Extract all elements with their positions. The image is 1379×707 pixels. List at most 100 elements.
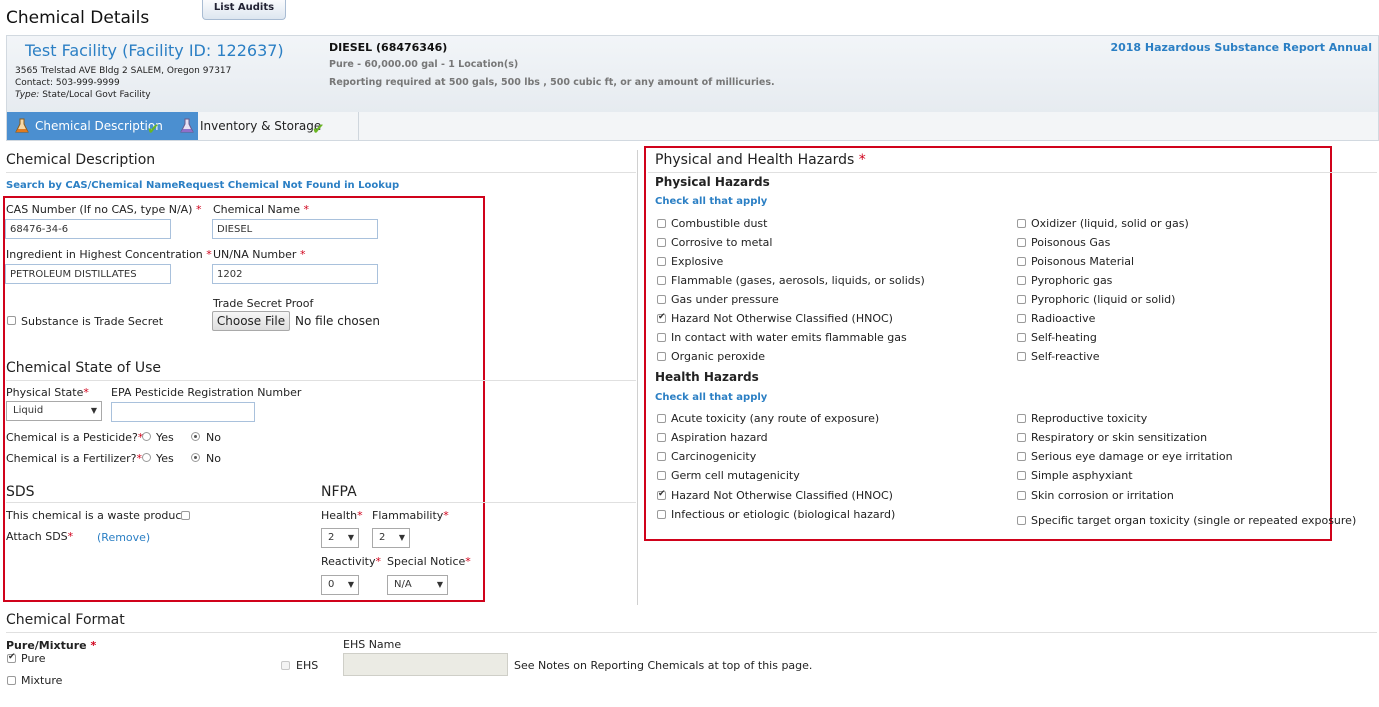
page-title: Chemical Details: [6, 8, 150, 28]
facility-address: 3565 Trelstad AVE Bldg 2 SALEM, Oregon 9…: [15, 66, 232, 76]
hazard-checkbox[interactable]: [1017, 257, 1026, 266]
physical-state-select[interactable]: Liquid ▼: [6, 401, 102, 421]
hazard-checkbox[interactable]: [657, 452, 666, 461]
cas-number-input[interactable]: 68476-34-6: [5, 219, 171, 239]
ehs-name-input[interactable]: [343, 653, 508, 676]
hazard-checkbox[interactable]: [657, 257, 666, 266]
report-link[interactable]: 2018 Hazardous Substance Report Annual: [1110, 41, 1372, 54]
hazard-label: Aspiration hazard: [671, 431, 768, 444]
hazard-checkbox[interactable]: [657, 433, 666, 442]
no-file-text: No file chosen: [295, 314, 381, 328]
tab-chemical-description[interactable]: Chemical Description ✔: [7, 112, 198, 140]
ingredient-input[interactable]: PETROLEUM DISTILLATES: [5, 264, 171, 284]
hazard-checkbox[interactable]: [657, 510, 666, 519]
remove-sds-link[interactable]: (Remove): [97, 531, 150, 544]
chemical-format-heading: Chemical Format: [6, 612, 125, 628]
nfpa-special-select[interactable]: N/A ▼: [387, 575, 448, 595]
hazard-checkbox[interactable]: [1017, 238, 1026, 247]
hazard-checkbox[interactable]: [1017, 352, 1026, 361]
trade-secret-proof-label: Trade Secret Proof: [213, 297, 314, 310]
hazard-checkbox[interactable]: [657, 219, 666, 228]
hazard-label: Poisonous Material: [1031, 255, 1135, 268]
chemical-name-input[interactable]: DIESEL: [212, 219, 378, 239]
divider: [6, 632, 1377, 633]
request-chemical-link[interactable]: Request Chemical Not Found in Lookup: [178, 180, 399, 191]
nfpa-reactivity-select[interactable]: 0 ▼: [321, 575, 359, 595]
hazard-checkbox[interactable]: [1017, 452, 1026, 461]
fertilizer-no-label: No: [206, 452, 221, 465]
hazard-label: Poisonous Gas: [1031, 236, 1111, 249]
hazard-checkbox[interactable]: [1017, 333, 1026, 342]
facility-type-label: Type:: [15, 90, 40, 100]
search-cas-link[interactable]: Search by CAS/Chemical Name: [6, 180, 178, 191]
tab-label: Inventory & Storage: [200, 119, 322, 133]
hazard-checkbox[interactable]: [657, 489, 666, 500]
check-icon: ✔: [312, 120, 325, 138]
tab-label: Chemical Description: [35, 119, 163, 133]
hazard-checkbox[interactable]: [657, 333, 666, 342]
hazard-label: Carcinogenicity: [671, 450, 757, 463]
hazard-label: Serious eye damage or eye irritation: [1031, 450, 1233, 463]
cas-label: CAS Number (If no CAS, type N/A) *: [6, 203, 202, 216]
waste-product-checkbox[interactable]: [181, 511, 190, 520]
hazard-label: Simple asphyxiant: [1031, 469, 1133, 482]
hazard-label: Organic peroxide: [671, 350, 766, 363]
hazard-checkbox[interactable]: [1017, 516, 1026, 525]
physical-check-all-link[interactable]: Check all that apply: [655, 196, 767, 207]
hazard-label: Infectious or etiologic (biological haza…: [671, 508, 896, 521]
nfpa-flammability-label: Flammability*: [372, 509, 449, 522]
tab-inventory-storage[interactable]: Inventory & Storage ✔: [172, 112, 359, 140]
facility-name-link[interactable]: Test Facility (Facility ID: 122637): [25, 41, 284, 60]
ehs-label: EHS: [296, 659, 319, 672]
hazard-label: Acute toxicity (any route of exposure): [671, 412, 880, 425]
hazard-checkbox[interactable]: [1017, 314, 1026, 323]
hazard-label: Corrosive to metal: [671, 236, 773, 249]
hazard-checkbox[interactable]: [657, 295, 666, 304]
hazard-checkbox[interactable]: [657, 471, 666, 480]
hazard-checkbox[interactable]: [1017, 433, 1026, 442]
choose-file-button[interactable]: Choose File: [212, 311, 290, 331]
list-audits-button[interactable]: List Audits: [202, 0, 286, 20]
fertilizer-no-radio[interactable]: [191, 453, 200, 462]
hazard-checkbox[interactable]: [657, 276, 666, 285]
epa-number-input[interactable]: [111, 402, 255, 422]
ingredient-label: Ingredient in Highest Concentration *: [6, 248, 212, 261]
trade-secret-label: Substance is Trade Secret: [21, 315, 164, 328]
health-check-all-link[interactable]: Check all that apply: [655, 392, 767, 403]
hazard-checkbox[interactable]: [1017, 276, 1026, 285]
ehs-checkbox[interactable]: [281, 661, 290, 670]
hazard-checkbox[interactable]: [1017, 414, 1026, 423]
nfpa-heading: NFPA: [321, 484, 357, 500]
hazard-label: Hazard Not Otherwise Classified (HNOC): [671, 312, 893, 325]
mixture-label: Mixture: [21, 674, 63, 687]
hazard-label: Hazard Not Otherwise Classified (HNOC): [671, 489, 893, 502]
hazard-checkbox[interactable]: [657, 414, 666, 423]
hazard-checkbox[interactable]: [1017, 219, 1026, 228]
nfpa-flammability-select[interactable]: 2 ▼: [372, 528, 410, 548]
hazard-checkbox[interactable]: [1017, 491, 1026, 500]
nfpa-special-label: Special Notice*: [387, 555, 471, 568]
pure-checkbox[interactable]: [7, 652, 16, 663]
hazard-label: Self-reactive: [1031, 350, 1100, 363]
pesticide-yes-label: Yes: [156, 431, 174, 444]
pesticide-label: Chemical is a Pesticide?*: [6, 431, 144, 444]
column-divider: [637, 150, 638, 605]
mixture-checkbox[interactable]: [7, 676, 16, 685]
divider: [648, 172, 1377, 173]
fertilizer-yes-radio[interactable]: [142, 453, 151, 462]
un-number-input[interactable]: 1202: [212, 264, 378, 284]
hazard-checkbox[interactable]: [1017, 295, 1026, 304]
pesticide-yes-radio[interactable]: [142, 432, 151, 441]
epa-label: EPA Pesticide Registration Number: [111, 386, 302, 399]
hazard-checkbox[interactable]: [1017, 471, 1026, 480]
hazard-checkbox[interactable]: [657, 312, 666, 323]
divider: [6, 172, 636, 173]
divider: [6, 380, 636, 381]
hazard-checkbox[interactable]: [657, 352, 666, 361]
ehs-name-label: EHS Name: [343, 638, 402, 651]
check-icon: ✔: [147, 120, 160, 138]
hazard-checkbox[interactable]: [657, 238, 666, 247]
trade-secret-checkbox[interactable]: [7, 316, 16, 325]
pesticide-no-radio[interactable]: [191, 432, 200, 441]
nfpa-health-select[interactable]: 2 ▼: [321, 528, 359, 548]
